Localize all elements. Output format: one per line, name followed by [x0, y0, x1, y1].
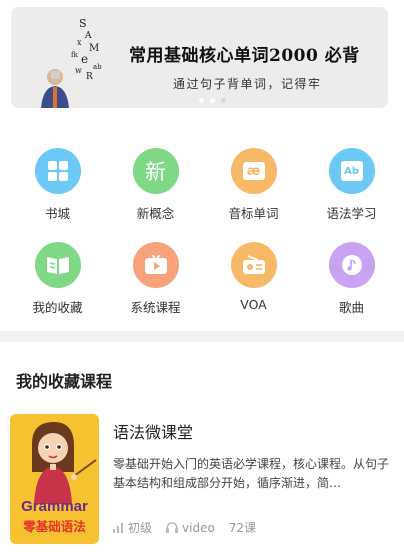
svg-text:w: w: [75, 66, 82, 75]
promo-banner[interactable]: S A x M fk e ab w R 常用基础核心单词2000 必背 通过句子…: [11, 7, 388, 108]
carousel-dot[interactable]: [199, 98, 204, 103]
grid-item-system-courses[interactable]: 系统课程: [105, 242, 206, 316]
section-divider: [0, 331, 404, 342]
ab-glyph: Ab: [340, 161, 363, 181]
grid-label: 歌曲: [338, 300, 364, 315]
signal-bars-icon: [113, 522, 123, 533]
course-lessons: 72课: [228, 521, 257, 535]
course-card[interactable]: Grammar 零基础语法 语法微课堂 零基础开始入门的英语必学课程，核心课程。…: [10, 414, 404, 544]
grid-item-bookstore[interactable]: 书城: [7, 148, 108, 222]
grid-item-new-concept[interactable]: 新 新概念: [105, 148, 206, 222]
svg-text:R: R: [86, 72, 93, 82]
svg-text:S: S: [79, 17, 87, 30]
carousel-dots[interactable]: [199, 98, 226, 103]
grid-item-phonetics[interactable]: æ 音标单词: [203, 148, 304, 222]
banner-illustration: S A x M fk e ab w R: [41, 17, 102, 108]
grid-item-grammar[interactable]: Ab 语法学习: [301, 148, 402, 222]
svg-text:x: x: [77, 38, 82, 47]
video-play-icon: [132, 242, 179, 288]
course-media-label: video: [182, 520, 215, 535]
ab-book-icon: Ab: [328, 148, 375, 194]
xin-glyph: 新: [145, 160, 166, 184]
grid-item-favorites[interactable]: 我的收藏: [7, 242, 108, 316]
grid-label: 我的收藏: [32, 300, 83, 315]
grid-label: 书城: [44, 206, 70, 221]
course-level: 初级: [113, 519, 152, 536]
course-media: video: [166, 521, 215, 535]
svg-text:ab: ab: [93, 63, 102, 71]
course-meta: 初级 video 72课: [113, 519, 270, 536]
grid-label: 语法学习: [326, 206, 377, 221]
carousel-dot[interactable]: [210, 98, 215, 103]
music-disc-icon: [328, 242, 375, 288]
grid-label: 音标单词: [228, 206, 279, 221]
course-description: 零基础开始入门的英语必学课程，核心课程。从句子基本结构和组成部分开始，循序渐进，…: [113, 457, 390, 490]
course-level-label: 初级: [128, 521, 153, 535]
grid-item-voa[interactable]: VOA: [203, 242, 304, 312]
course-title[interactable]: 语法微课堂: [113, 419, 193, 443]
svg-text:e: e: [81, 52, 88, 66]
course-cover[interactable]: Grammar 零基础语法: [10, 414, 99, 544]
headphones-icon: [166, 522, 179, 533]
phonetic-ae-icon: æ: [230, 148, 277, 194]
ae-glyph: æ: [242, 162, 265, 180]
xin-text-icon: 新: [132, 148, 179, 194]
grid-label: 系统课程: [130, 300, 181, 315]
teacher-illustration: [32, 422, 97, 504]
grid-label: 新概念: [136, 206, 175, 221]
svg-text:M: M: [89, 43, 99, 54]
section-title: 我的收藏课程: [16, 372, 113, 391]
banner-title: 常用基础核心单词2000 必背: [129, 46, 360, 66]
banner-subtitle: 通过句子背单词，记得牢: [173, 77, 322, 91]
carousel-dot-active[interactable]: [221, 98, 226, 103]
grid-apps-icon: [34, 148, 81, 194]
cover-title-cn: 零基础语法: [23, 519, 86, 534]
svg-text:A: A: [84, 31, 92, 41]
open-book-icon: [34, 242, 81, 288]
cover-title-en: Grammar: [21, 498, 88, 515]
grid-item-songs[interactable]: 歌曲: [301, 242, 402, 316]
radio-icon: [230, 242, 277, 288]
grid-label: VOA: [240, 297, 267, 312]
svg-text:fk: fk: [71, 51, 79, 59]
